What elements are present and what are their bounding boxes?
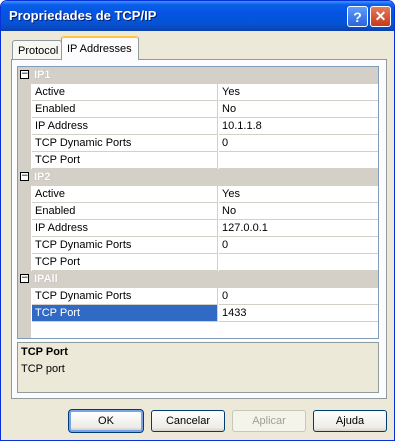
property-value[interactable]: Yes: [219, 84, 378, 101]
row-gutter: [18, 203, 31, 220]
property-row[interactable]: Active Yes: [18, 84, 378, 101]
description-text: TCP port: [21, 363, 65, 375]
collapse-icon[interactable]: −: [20, 274, 29, 283]
property-value[interactable]: No: [219, 203, 378, 220]
close-icon[interactable]: ✕: [370, 6, 391, 27]
property-name: Active: [32, 186, 218, 203]
property-name: Active: [32, 84, 218, 101]
row-gutter: [18, 237, 31, 254]
description-title: TCP Port: [21, 346, 68, 358]
property-row[interactable]: TCP Dynamic Ports 0: [18, 135, 378, 152]
property-row-selected[interactable]: TCP Port 1433: [18, 305, 378, 322]
property-grid: − IP1 Active Yes Enabled No IP Address 1…: [17, 66, 379, 339]
category-label: IPAll: [34, 273, 58, 285]
tab-protocol[interactable]: Protocol: [12, 40, 62, 61]
property-name: IP Address: [32, 118, 218, 135]
property-name: TCP Dynamic Ports: [32, 288, 218, 305]
category-label: IP2: [34, 171, 51, 183]
property-value[interactable]: 10.1.1.8: [219, 118, 378, 135]
property-name: TCP Port: [32, 152, 218, 169]
property-name: IP Address: [32, 220, 218, 237]
category-ip2[interactable]: − IP2: [18, 169, 378, 186]
property-row[interactable]: TCP Port: [18, 152, 378, 169]
row-gutter: [18, 305, 31, 322]
description-pane: TCP Port TCP port: [17, 342, 379, 393]
help-icon[interactable]: ?: [347, 6, 368, 27]
row-gutter: [18, 321, 31, 338]
property-value[interactable]: 0: [219, 135, 378, 152]
ok-button[interactable]: OK: [68, 409, 144, 433]
properties-dialog: Propriedades de TCP/IP ? ✕ Protocol IP A…: [0, 0, 395, 441]
row-gutter: [18, 254, 31, 271]
cancel-button[interactable]: Cancelar: [151, 410, 225, 432]
category-ip1[interactable]: − IP1: [18, 67, 378, 84]
property-name: TCP Dynamic Ports: [32, 135, 218, 152]
tab-ip-addresses[interactable]: IP Addresses: [61, 36, 139, 60]
row-gutter: [18, 135, 31, 152]
help-button[interactable]: Ajuda: [313, 410, 387, 432]
property-value[interactable]: 0: [219, 237, 378, 254]
property-value[interactable]: 1433: [219, 305, 378, 322]
property-row[interactable]: Active Yes: [18, 186, 378, 203]
window-title: Propriedades de TCP/IP: [9, 8, 157, 23]
property-row[interactable]: TCP Dynamic Ports 0: [18, 237, 378, 254]
property-value[interactable]: No: [219, 101, 378, 118]
property-name: Enabled: [32, 203, 218, 220]
property-value[interactable]: 127.0.0.1: [219, 220, 378, 237]
property-row[interactable]: TCP Dynamic Ports 0: [18, 288, 378, 305]
category-label: IP1: [34, 69, 51, 81]
property-name: TCP Port: [32, 305, 218, 322]
property-value[interactable]: Yes: [219, 186, 378, 203]
collapse-icon[interactable]: −: [20, 70, 29, 79]
property-name: Enabled: [32, 101, 218, 118]
row-gutter: [18, 118, 31, 135]
row-gutter: [18, 84, 31, 101]
title-bar[interactable]: Propriedades de TCP/IP ? ✕: [1, 1, 394, 31]
property-name: TCP Dynamic Ports: [32, 237, 218, 254]
row-gutter: [18, 186, 31, 203]
category-ipall[interactable]: − IPAll: [18, 271, 378, 288]
collapse-icon[interactable]: −: [20, 172, 29, 181]
property-row[interactable]: Enabled No: [18, 203, 378, 220]
row-gutter: [18, 288, 31, 305]
row-gutter: [18, 152, 31, 169]
property-row[interactable]: Enabled No: [18, 101, 378, 118]
property-row[interactable]: TCP Port: [18, 254, 378, 271]
property-value[interactable]: [219, 254, 378, 271]
property-value[interactable]: 0: [219, 288, 378, 305]
property-row[interactable]: IP Address 127.0.0.1: [18, 220, 378, 237]
property-row[interactable]: IP Address 10.1.1.8: [18, 118, 378, 135]
apply-button[interactable]: Aplicar: [232, 410, 306, 432]
property-name: TCP Port: [32, 254, 218, 271]
row-gutter: [18, 101, 31, 118]
row-gutter: [18, 220, 31, 237]
property-value[interactable]: [219, 152, 378, 169]
